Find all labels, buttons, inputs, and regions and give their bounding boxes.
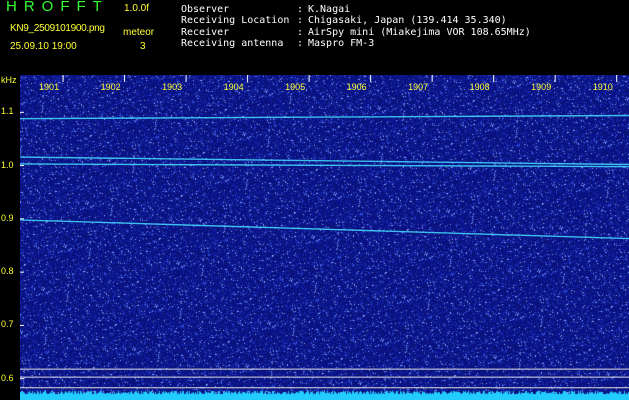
- x-tick-label-4: 1905: [285, 82, 306, 92]
- location-label: Receiving Location: [181, 15, 290, 26]
- signal-trace-3: [19, 219, 629, 240]
- x-tick-label-5: 1906: [346, 82, 367, 92]
- y-tick-label-5: 0.6: [1, 372, 14, 383]
- antenna-separator: :: [297, 38, 304, 49]
- date-time: 25.09.10 19:00: [10, 41, 77, 52]
- signal-trace-2: [19, 163, 629, 168]
- mode-label: meteor: [123, 27, 155, 38]
- signal-trace-0: [19, 114, 629, 120]
- y-tick-label-0: 1.1: [1, 106, 14, 117]
- spectrogram-overlay: [19, 75, 629, 389]
- x-tick-label-9: 1910: [592, 82, 613, 92]
- x-tick-label-7: 1908: [469, 82, 490, 92]
- x-tick-label-1: 1902: [100, 82, 121, 92]
- y-tick-label-1: 1.0: [1, 159, 14, 170]
- x-tick-label-3: 1904: [223, 82, 244, 92]
- version-label: 1.0.0f: [124, 3, 150, 14]
- x-tick-label-8: 1909: [531, 82, 552, 92]
- app-title: HROFFT: [6, 0, 109, 15]
- antenna-value: Maspro FM-3: [308, 38, 375, 49]
- x-tick-label-6: 1907: [408, 82, 429, 92]
- x-tick-label-2: 1903: [162, 82, 183, 92]
- location-value: Chigasaki, Japan (139.414 35.340): [308, 15, 507, 26]
- signal-trace-1: [19, 156, 629, 166]
- header-panel: HROFFT 1.0.0f KN9_2509101900.png meteor …: [0, 0, 629, 75]
- y-tick-label-4: 0.7: [1, 319, 14, 330]
- mode-value: 3: [140, 41, 146, 52]
- y-tick-label-2: 0.9: [1, 212, 14, 223]
- spectrogram-plot: kHz 1901 1902 1903 1904 1905 1906 1907 1908 1909…: [0, 75, 629, 400]
- y-tick-label-3: 0.8: [1, 266, 14, 277]
- file-name: KN9_2509101900.png: [10, 23, 105, 34]
- x-tick-label-0: 1901: [39, 82, 60, 92]
- antenna-label: Receiving antenna: [181, 38, 284, 49]
- location-separator: :: [297, 15, 304, 26]
